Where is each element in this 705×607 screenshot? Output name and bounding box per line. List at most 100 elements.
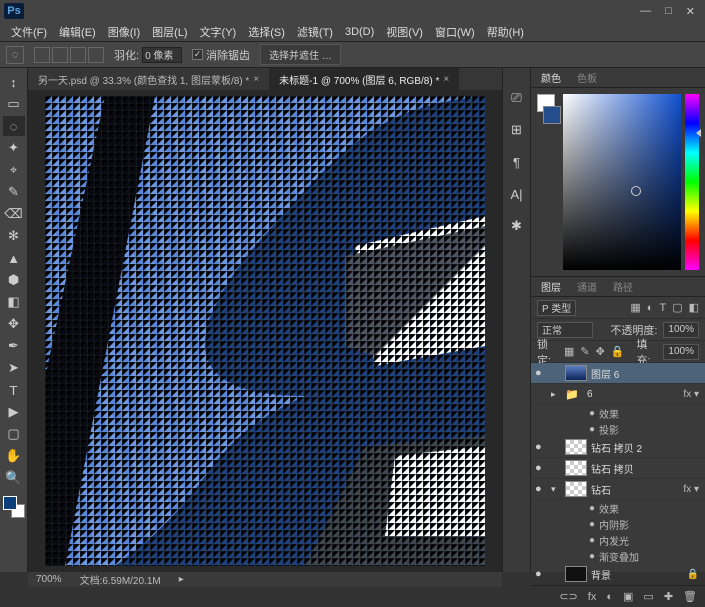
tab-swatches[interactable]: 色板	[573, 68, 601, 87]
menu-file[interactable]: 文件(F)	[6, 22, 52, 42]
delete-layer-icon[interactable]: 🗑	[683, 590, 697, 603]
hand-tool-icon[interactable]: ✋	[3, 446, 25, 466]
mask-icon[interactable]: ◐	[606, 591, 613, 603]
layer-name[interactable]: 钻石	[591, 482, 611, 497]
eraser-tool-icon[interactable]: ◧	[3, 292, 25, 312]
close-tab-icon[interactable]: ×	[253, 74, 259, 85]
panel-bg-swatch[interactable]	[543, 106, 561, 124]
link-layers-icon[interactable]: ⊂⊃	[559, 590, 577, 603]
fx-row[interactable]: ●投影	[531, 421, 705, 437]
brush-tool-icon[interactable]: ✻	[3, 226, 25, 246]
menu-view[interactable]: 视图(V)	[381, 22, 428, 42]
filter-type-icon[interactable]: T	[659, 302, 666, 314]
lock-pixels-icon[interactable]: ✎	[580, 345, 589, 358]
lock-all-icon[interactable]: 🔒	[611, 345, 625, 358]
crop-tool-icon[interactable]: ⌖	[3, 160, 25, 180]
zoom-tool-icon[interactable]: 🔍	[3, 468, 25, 488]
document-tab-1[interactable]: 另一天.psd @ 33.3% (颜色查找 1, 图层蒙板/8) * ×	[28, 68, 269, 90]
pen-tool-icon[interactable]: ➤	[3, 358, 25, 378]
menu-help[interactable]: 帮助(H)	[482, 22, 529, 42]
color-swatches[interactable]	[3, 496, 25, 518]
expand-icon[interactable]: ▸	[551, 389, 561, 400]
menu-type[interactable]: 文字(Y)	[195, 22, 242, 42]
lasso-tool-icon[interactable]: ◌	[3, 116, 25, 136]
menu-3d[interactable]: 3D(D)	[340, 24, 379, 40]
type-tool-icon[interactable]: T	[3, 380, 25, 400]
history-brush-tool-icon[interactable]: ⬢	[3, 270, 25, 290]
layer-row[interactable]: ● ▾ 钻石 fx ▾	[531, 479, 705, 500]
new-layer-icon[interactable]: ✚	[664, 590, 673, 603]
tab-layers[interactable]: 图层	[537, 277, 565, 296]
color-panel-swatches[interactable]	[537, 94, 559, 270]
fx-row[interactable]: ●内阴影	[531, 516, 705, 532]
fill-input[interactable]: 100%	[663, 344, 699, 360]
fx-icon[interactable]: fx	[588, 591, 597, 603]
visibility-icon[interactable]: ●	[535, 367, 547, 379]
eyedropper-tool-icon[interactable]: ✎	[3, 182, 25, 202]
filter-pixel-icon[interactable]: ▦	[630, 301, 640, 314]
zoom-level[interactable]: 700%	[36, 574, 62, 585]
blur-tool-icon[interactable]: ✒	[3, 336, 25, 356]
close-tab-icon[interactable]: ×	[443, 74, 449, 85]
layer-name[interactable]: 6	[587, 389, 593, 400]
history-panel-icon[interactable]: ⎚	[507, 88, 527, 108]
stamp-tool-icon[interactable]: ▲	[3, 248, 25, 268]
actions-panel-icon[interactable]: ✱	[507, 216, 527, 236]
current-tool-icon[interactable]: ◌	[6, 46, 24, 64]
visibility-icon[interactable]: ●	[535, 568, 547, 580]
canvas-area[interactable]	[28, 90, 502, 572]
filter-smart-icon[interactable]: ◧	[689, 301, 699, 314]
fx-row[interactable]: ●效果	[531, 405, 705, 421]
tab-channels[interactable]: 通道	[573, 277, 601, 296]
filter-shape-icon[interactable]: ▢	[672, 301, 682, 314]
filter-adjust-icon[interactable]: ◐	[647, 302, 654, 314]
fx-row[interactable]: ●渐变叠加	[531, 548, 705, 564]
layer-thumb[interactable]	[565, 566, 587, 582]
character-panel-icon[interactable]: A|	[507, 184, 527, 204]
marquee-tool-icon[interactable]: ▭	[3, 94, 25, 114]
document-tab-2[interactable]: 未标题-1 @ 700% (图层 6, RGB/8) * ×	[269, 68, 459, 90]
move-tool-icon[interactable]: ↕	[3, 72, 25, 92]
saturation-value-field[interactable]	[563, 94, 681, 270]
layer-list[interactable]: ● 图层 6 ▸ 📁 6 fx ▾ ●效果 ●投影 ●	[531, 363, 705, 585]
path-select-tool-icon[interactable]: ▶	[3, 402, 25, 422]
healing-tool-icon[interactable]: ⌫	[3, 204, 25, 224]
layer-name[interactable]: 图层 6	[591, 366, 619, 381]
layer-name[interactable]: 背景	[591, 567, 611, 582]
visibility-icon[interactable]: ●	[535, 441, 547, 453]
tab-color[interactable]: 颜色	[537, 68, 565, 87]
layer-thumb[interactable]	[565, 481, 587, 497]
fx-indicator[interactable]: fx ▾	[683, 389, 705, 400]
minimize-button[interactable]: —	[640, 5, 651, 18]
fx-row[interactable]: ●效果	[531, 500, 705, 516]
layer-kind-filter[interactable]: P 类型	[537, 300, 576, 316]
layer-name[interactable]: 钻石 拷贝	[591, 461, 634, 476]
hue-slider[interactable]	[685, 94, 699, 270]
layer-row[interactable]: ▸ 📁 6 fx ▾	[531, 384, 705, 405]
menu-layer[interactable]: 图层(L)	[147, 22, 192, 42]
visibility-icon[interactable]: ●	[535, 483, 547, 495]
color-picker-ring[interactable]	[631, 186, 641, 196]
status-arrow-icon[interactable]: ▸	[179, 574, 184, 585]
tab-paths[interactable]: 路径	[609, 277, 637, 296]
layer-row[interactable]: ● 背景 🔒	[531, 564, 705, 585]
group-icon[interactable]: ▭	[643, 590, 653, 603]
selection-mode-icons[interactable]	[34, 47, 104, 63]
maximize-button[interactable]: □	[665, 5, 672, 18]
layer-thumb[interactable]	[565, 439, 587, 455]
menu-window[interactable]: 窗口(W)	[430, 22, 480, 42]
menu-filter[interactable]: 滤镜(T)	[292, 22, 338, 42]
close-button[interactable]: ✕	[686, 5, 695, 18]
properties-panel-icon[interactable]: ⊞	[507, 120, 527, 140]
select-and-mask-button[interactable]: 选择并遮住 …	[260, 44, 341, 65]
shape-tool-icon[interactable]: ▢	[3, 424, 25, 444]
fx-indicator[interactable]: fx ▾	[683, 484, 705, 495]
menu-select[interactable]: 选择(S)	[243, 22, 290, 42]
canvas[interactable]	[45, 96, 485, 566]
layer-row[interactable]: ● 钻石 拷贝	[531, 458, 705, 479]
layer-row[interactable]: ● 钻石 拷贝 2	[531, 437, 705, 458]
expand-icon[interactable]: ▾	[551, 484, 561, 495]
fx-row[interactable]: ●内发光	[531, 532, 705, 548]
layer-thumb[interactable]	[565, 460, 587, 476]
foreground-color-swatch[interactable]	[3, 496, 17, 510]
